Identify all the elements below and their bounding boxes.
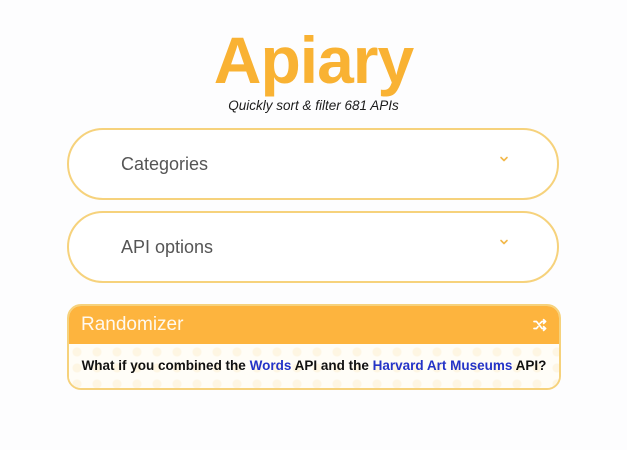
- categories-label: Categories: [121, 154, 209, 174]
- api-options-dropdown[interactable]: API options: [67, 211, 559, 283]
- categories-dropdown[interactable]: Categories: [67, 128, 559, 200]
- randomizer-title: Randomizer: [81, 314, 184, 335]
- apiary-logo[interactable]: Apiary: [0, 20, 627, 100]
- api-options-label: API options: [121, 237, 214, 257]
- randomizer-suggestion: What if you combined the Words API and t…: [69, 358, 559, 373]
- suggestion-middle: API and the: [294, 358, 369, 373]
- shuffle-icon[interactable]: [533, 318, 547, 332]
- api-link-harvard-art-museums[interactable]: Harvard Art Museums: [373, 358, 513, 373]
- suggestion-prefix: What if you combined the: [81, 358, 246, 373]
- randomizer-panel: Randomizer What if you combined the Word…: [67, 304, 561, 390]
- page: Apiary Quickly sort & filter 681 APIs Ca…: [0, 0, 627, 450]
- chevron-down-icon: [500, 239, 508, 245]
- api-link-words[interactable]: Words: [250, 358, 292, 373]
- suggestion-suffix: API?: [515, 358, 547, 373]
- randomizer-body: What if you combined the Words API and t…: [69, 344, 559, 388]
- randomizer-header: Randomizer: [69, 306, 559, 344]
- chevron-down-icon: [500, 156, 508, 162]
- tagline: Quickly sort & filter 681 APIs: [228, 98, 399, 113]
